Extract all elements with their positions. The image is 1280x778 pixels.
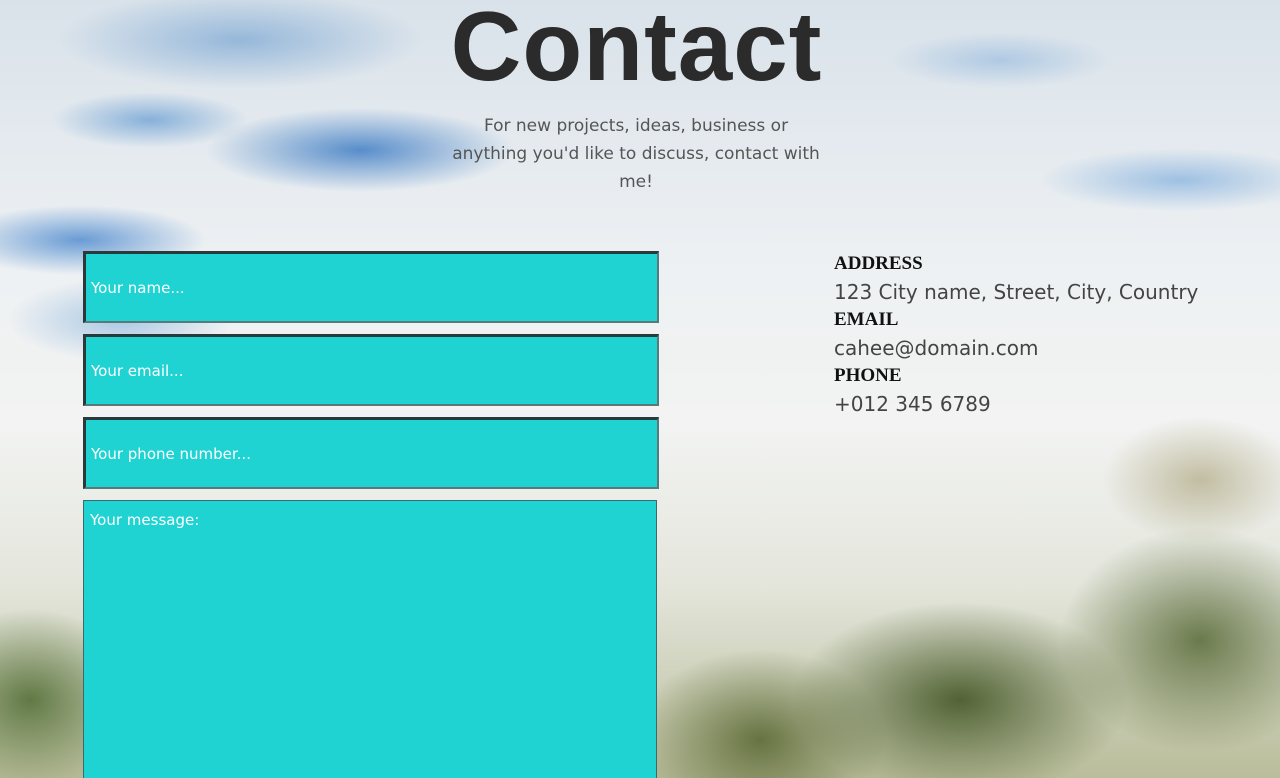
contact-form [83,251,659,778]
phone-value: +012 345 6789 [834,392,991,416]
address-value: 123 City name, Street, City, Country [834,280,1199,304]
page-title: Contact [450,0,823,101]
email-label: EMAIL [834,309,899,330]
name-input[interactable] [83,251,659,323]
email-input[interactable] [83,334,659,406]
phone-label: PHONE [834,365,902,386]
intro-text: For new projects, ideas, business or any… [452,116,820,192]
email-value: cahee@domain.com [834,336,1039,360]
message-textarea[interactable] [83,500,657,778]
contact-info: ADDRESS 123 City name, Street, City, Cou… [834,253,1254,421]
phone-input[interactable] [83,417,659,489]
contact-section: Contact For new projects, ideas, busines… [0,0,1280,778]
address-label: ADDRESS [834,253,923,274]
